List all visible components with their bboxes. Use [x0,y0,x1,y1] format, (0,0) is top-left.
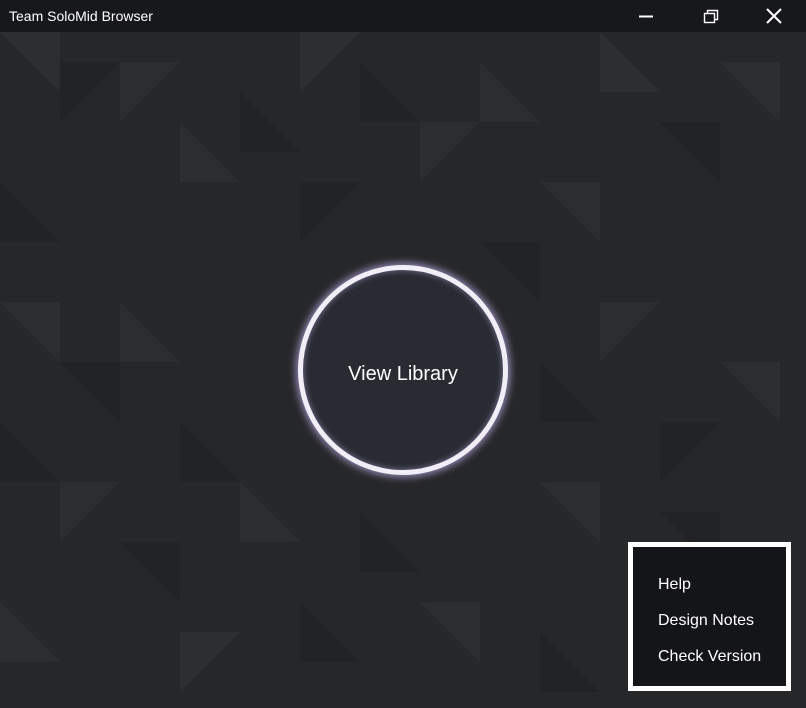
close-button[interactable] [743,0,805,32]
minimize-button[interactable] [614,0,676,32]
restore-button[interactable] [678,0,740,32]
window-title: Team SoloMid Browser [9,8,153,24]
title-bar: Team SoloMid Browser [0,0,806,32]
view-library-label: View Library [348,363,458,385]
view-library-button[interactable]: View Library [298,265,508,475]
app-window: Team SoloMid Browser View Library Help D… [0,0,806,708]
side-menu: Help Design Notes Check Version [628,542,791,691]
close-icon [766,8,782,24]
menu-item-help[interactable]: Help [658,575,691,595]
restore-icon [703,9,719,24]
menu-item-design-notes[interactable]: Design Notes [658,611,754,631]
menu-item-check-version[interactable]: Check Version [658,647,761,667]
minimize-icon [639,15,653,18]
